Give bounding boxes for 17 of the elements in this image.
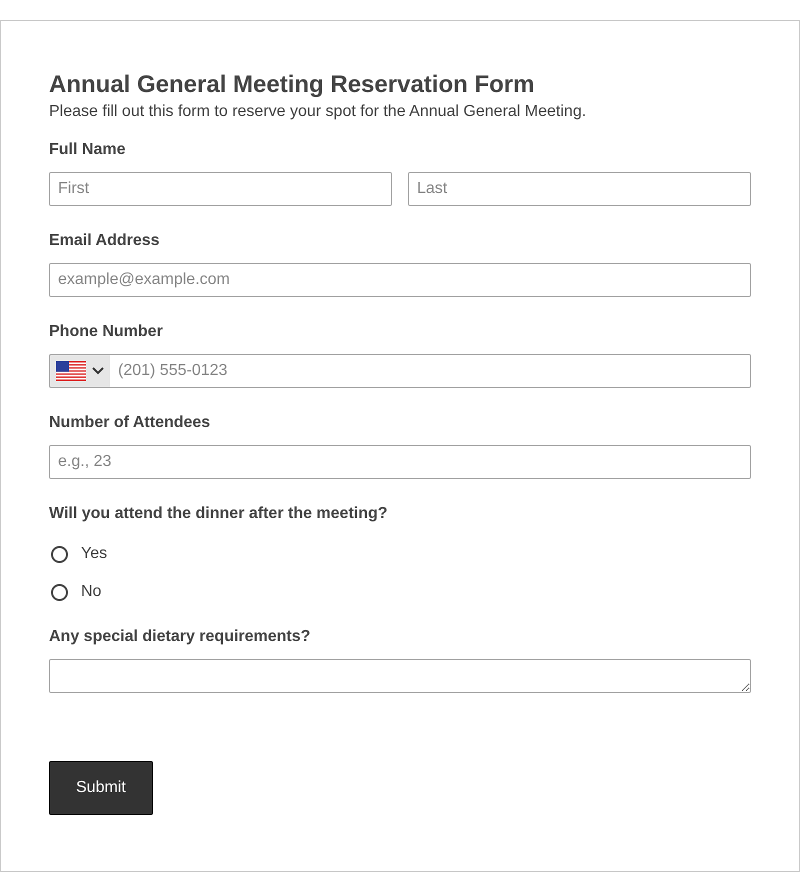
text-field[interactable]: e.g., 23 xyxy=(49,445,751,479)
field-label: Will you attend the dinner after the meeting? xyxy=(49,504,389,524)
option-label: Yes xyxy=(81,544,108,564)
field-label: Number of Attendees xyxy=(49,413,212,433)
radio-button[interactable] xyxy=(51,584,68,600)
text-field[interactable]: example@example.com xyxy=(49,263,751,297)
text-field[interactable]: Last xyxy=(408,172,751,206)
field-label: Any special dietary requirements? xyxy=(49,627,312,647)
submit-button[interactable]: Submit xyxy=(49,761,153,815)
form-description: Please fill out this form to reserve your spot for the Annual General Meeting. xyxy=(49,102,588,122)
field-label: Full Name xyxy=(49,140,126,160)
field-label: Email Address xyxy=(49,231,161,251)
field-label: Phone Number xyxy=(49,322,164,342)
form-title: Annual General Meeting Reservation Form xyxy=(49,71,536,99)
radio-button[interactable] xyxy=(51,546,68,562)
option-label: No xyxy=(81,582,102,602)
text-field[interactable]: First xyxy=(49,172,392,206)
